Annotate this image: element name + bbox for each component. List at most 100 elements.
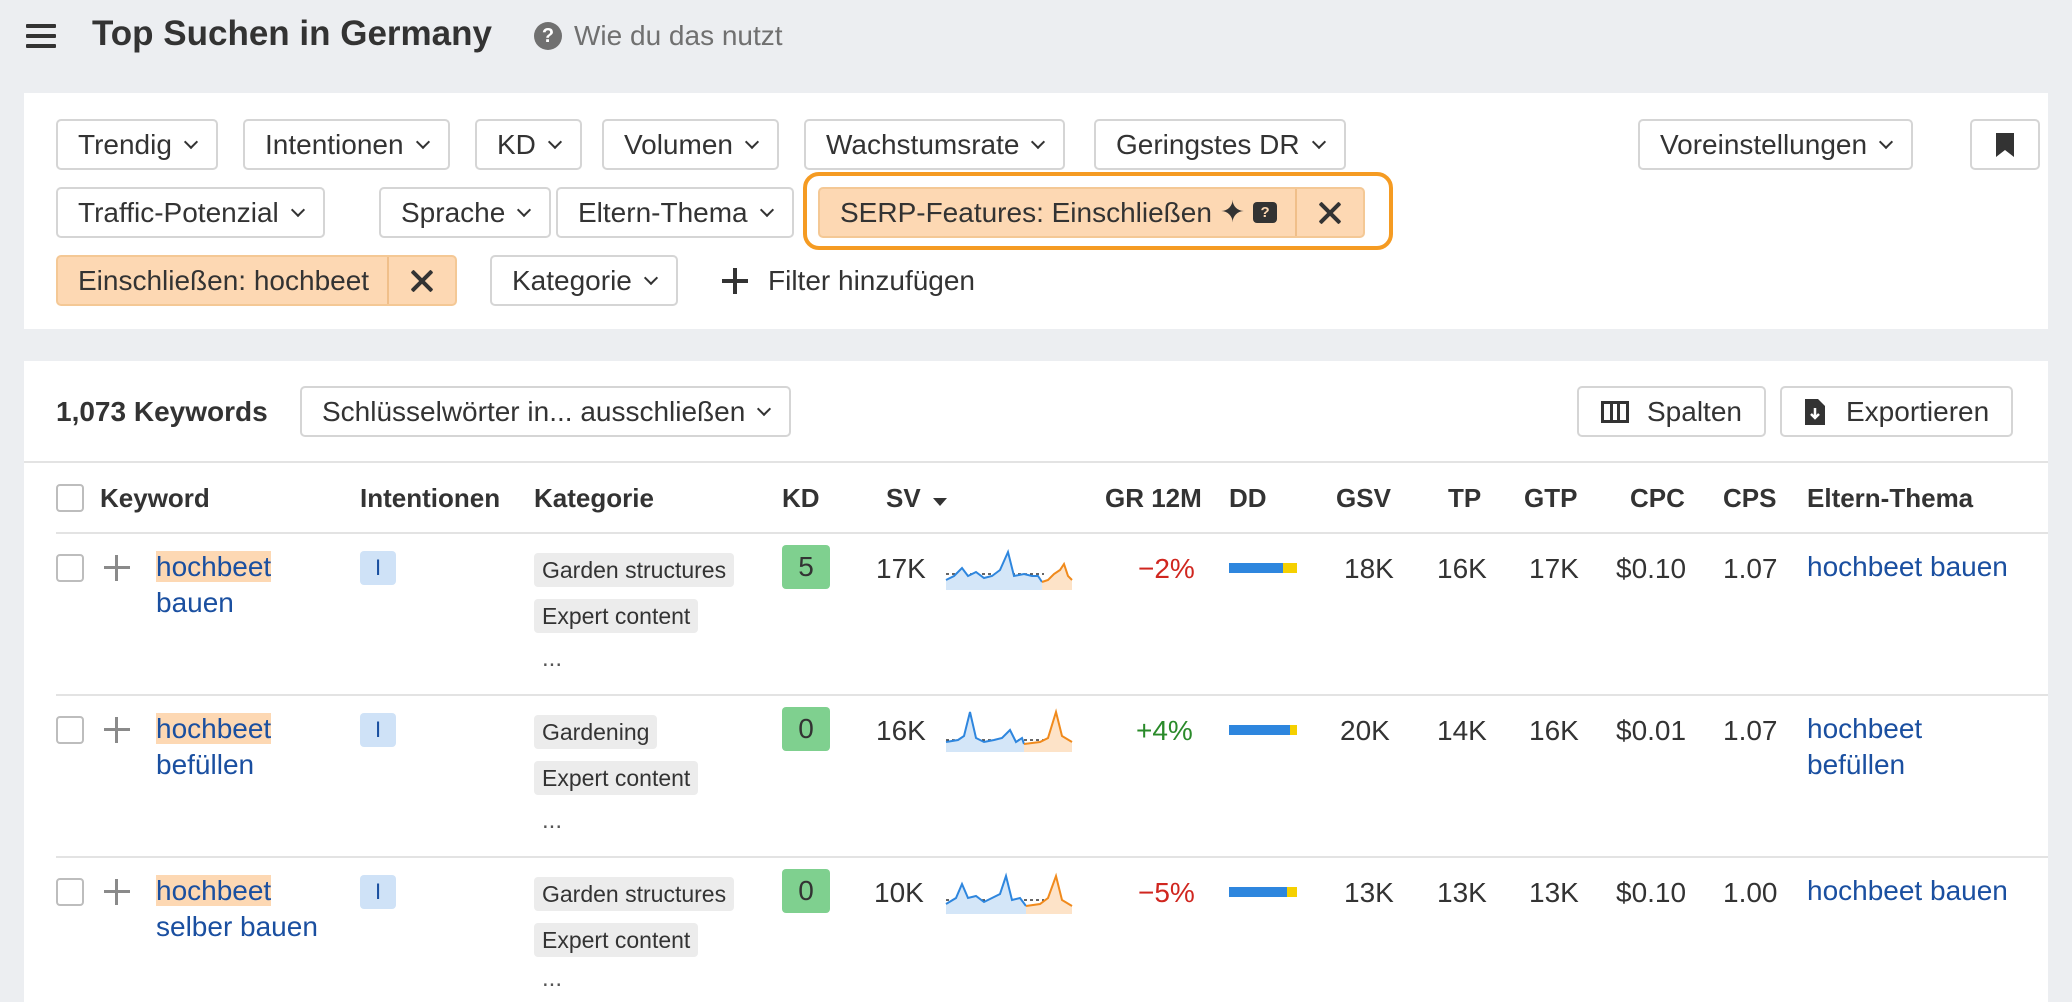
filter-label: Kategorie <box>512 264 632 296</box>
help-link[interactable]: ? Wie du das nutzt <box>534 20 783 52</box>
keyword-match: hochbeet <box>156 713 272 744</box>
row-checkbox[interactable] <box>56 878 84 906</box>
dd-fill <box>1286 887 1297 897</box>
category-tag[interactable]: Expert content <box>534 923 699 957</box>
col-sv-label: SV <box>886 483 921 513</box>
col-growth[interactable]: GR 12M <box>1105 483 1202 514</box>
col-keyword[interactable]: Keyword <box>100 483 210 514</box>
more-categories[interactable]: ... <box>542 965 562 993</box>
filter-label: Geringstes DR <box>1116 128 1300 160</box>
filter-label: KD <box>497 128 536 160</box>
trend-sparkline <box>945 872 1073 914</box>
parent-topic-link[interactable]: hochbeet bauen <box>1807 873 2008 909</box>
filter-kd[interactable]: KD <box>475 119 582 170</box>
more-categories[interactable]: ... <box>542 645 562 673</box>
col-parent-topic[interactable]: Eltern-Thema <box>1807 483 1973 514</box>
row-checkbox[interactable] <box>56 716 84 744</box>
chevron-down-icon <box>547 134 562 149</box>
category-tag[interactable]: Gardening <box>534 715 658 749</box>
keyword-link[interactable]: hochbeet selber bauen <box>156 873 318 945</box>
filter-trending[interactable]: Trendig <box>56 119 218 170</box>
header-divider <box>24 461 2048 463</box>
select-all-checkbox[interactable] <box>56 484 84 512</box>
remove-include-filter-button[interactable] <box>387 257 455 304</box>
row-checkbox[interactable] <box>56 554 84 582</box>
keyword-rest: befüllen <box>156 749 255 780</box>
category-tag[interactable]: Garden structures <box>534 553 735 587</box>
add-to-list-icon[interactable] <box>104 717 130 743</box>
chevron-down-icon <box>290 202 305 217</box>
col-tp[interactable]: TP <box>1448 483 1481 514</box>
difficulty-distribution-bar <box>1229 725 1297 735</box>
filter-label: Traffic-Potenzial <box>78 196 279 228</box>
filter-volume[interactable]: Volumen <box>602 119 779 170</box>
col-kd[interactable]: KD <box>782 483 820 514</box>
parent-topic-link[interactable]: hochbeet bauen <box>1807 549 2008 585</box>
cpc-value: $0.10 <box>1616 553 1687 584</box>
filter-traffic-potential[interactable]: Traffic-Potenzial <box>56 187 325 238</box>
category-tag[interactable]: Expert content <box>534 761 699 795</box>
chevron-down-icon <box>744 134 760 149</box>
col-intent[interactable]: Intentionen <box>360 483 500 514</box>
plus-icon <box>722 267 748 294</box>
add-filter-label: Filter hinzufügen <box>768 264 976 296</box>
cps-value: 1.07 <box>1723 715 1778 746</box>
export-label: Exportieren <box>1846 395 1990 427</box>
cpc-value: $0.01 <box>1616 715 1687 746</box>
filter-include-active: Einschließen: hochbeet <box>56 255 458 306</box>
keyword-rest: selber bauen <box>156 911 318 942</box>
bookmark-icon <box>1996 132 2014 157</box>
more-categories[interactable]: ... <box>542 807 562 835</box>
cps-value: 1.00 <box>1723 877 1778 908</box>
chevron-down-icon <box>183 134 198 149</box>
add-to-list-icon[interactable] <box>104 555 130 581</box>
exclude-keywords-label: Schlüsselwörter in... ausschließen <box>322 395 746 427</box>
keyword-match: hochbeet <box>156 551 272 582</box>
row-divider <box>56 856 2048 858</box>
col-cpc[interactable]: CPC <box>1630 483 1685 514</box>
filter-intents[interactable]: Intentionen <box>243 119 450 170</box>
global-volume: 20K <box>1340 715 1390 746</box>
filter-lowest-dr[interactable]: Geringstes DR <box>1094 119 1346 170</box>
columns-label: Spalten <box>1647 395 1742 427</box>
kd-badge: 0 <box>782 869 830 913</box>
parent-topic-link[interactable]: hochbeet befüllen <box>1807 711 1922 783</box>
bookmark-button[interactable] <box>1970 119 2040 170</box>
presets-dropdown[interactable]: Voreinstellungen <box>1638 119 1914 170</box>
col-gsv[interactable]: GSV <box>1336 483 1391 514</box>
keyword-link[interactable]: hochbeet befüllen <box>156 711 272 783</box>
category-tag[interactable]: Expert content <box>534 599 699 633</box>
filter-label: Volumen <box>624 128 733 160</box>
col-dd[interactable]: DD <box>1229 483 1267 514</box>
add-filter-button[interactable]: Filter hinzufügen <box>722 255 975 306</box>
chevron-down-icon <box>1031 134 1046 149</box>
include-filter-label[interactable]: Einschließen: hochbeet <box>58 257 387 304</box>
keyword-link[interactable]: hochbeet bauen <box>156 549 272 621</box>
col-cps[interactable]: CPS <box>1723 483 1776 514</box>
export-button[interactable]: Exportieren <box>1780 386 2014 437</box>
close-icon <box>410 269 434 293</box>
keyword-rest: bauen <box>156 587 234 618</box>
growth-value: −5% <box>1138 877 1195 908</box>
chevron-down-icon <box>1878 134 1894 149</box>
dd-fill <box>1290 725 1297 735</box>
global-traffic-potential: 13K <box>1529 877 1579 908</box>
columns-button[interactable]: Spalten <box>1577 386 1766 437</box>
presets-label: Voreinstellungen <box>1660 128 1868 160</box>
filter-category[interactable]: Kategorie <box>490 255 678 306</box>
col-category[interactable]: Kategorie <box>534 483 654 514</box>
filter-parent-topic[interactable]: Eltern-Thema <box>556 187 794 238</box>
menu-icon[interactable] <box>26 22 58 50</box>
trend-sparkline <box>945 708 1073 752</box>
filter-language[interactable]: Sprache <box>379 187 552 238</box>
cpc-value: $0.10 <box>1616 877 1687 908</box>
filter-growth-rate[interactable]: Wachstumsrate <box>804 119 1066 170</box>
traffic-potential: 13K <box>1437 877 1487 908</box>
exclude-keywords-dropdown[interactable]: Schlüsselwörter in... ausschließen <box>300 386 792 437</box>
col-gtp[interactable]: GTP <box>1524 483 1577 514</box>
help-label: Wie du das nutzt <box>574 20 783 51</box>
category-tag[interactable]: Garden structures <box>534 877 735 911</box>
col-sv[interactable]: SV <box>886 483 948 514</box>
global-traffic-potential: 16K <box>1529 715 1579 746</box>
add-to-list-icon[interactable] <box>104 879 130 905</box>
